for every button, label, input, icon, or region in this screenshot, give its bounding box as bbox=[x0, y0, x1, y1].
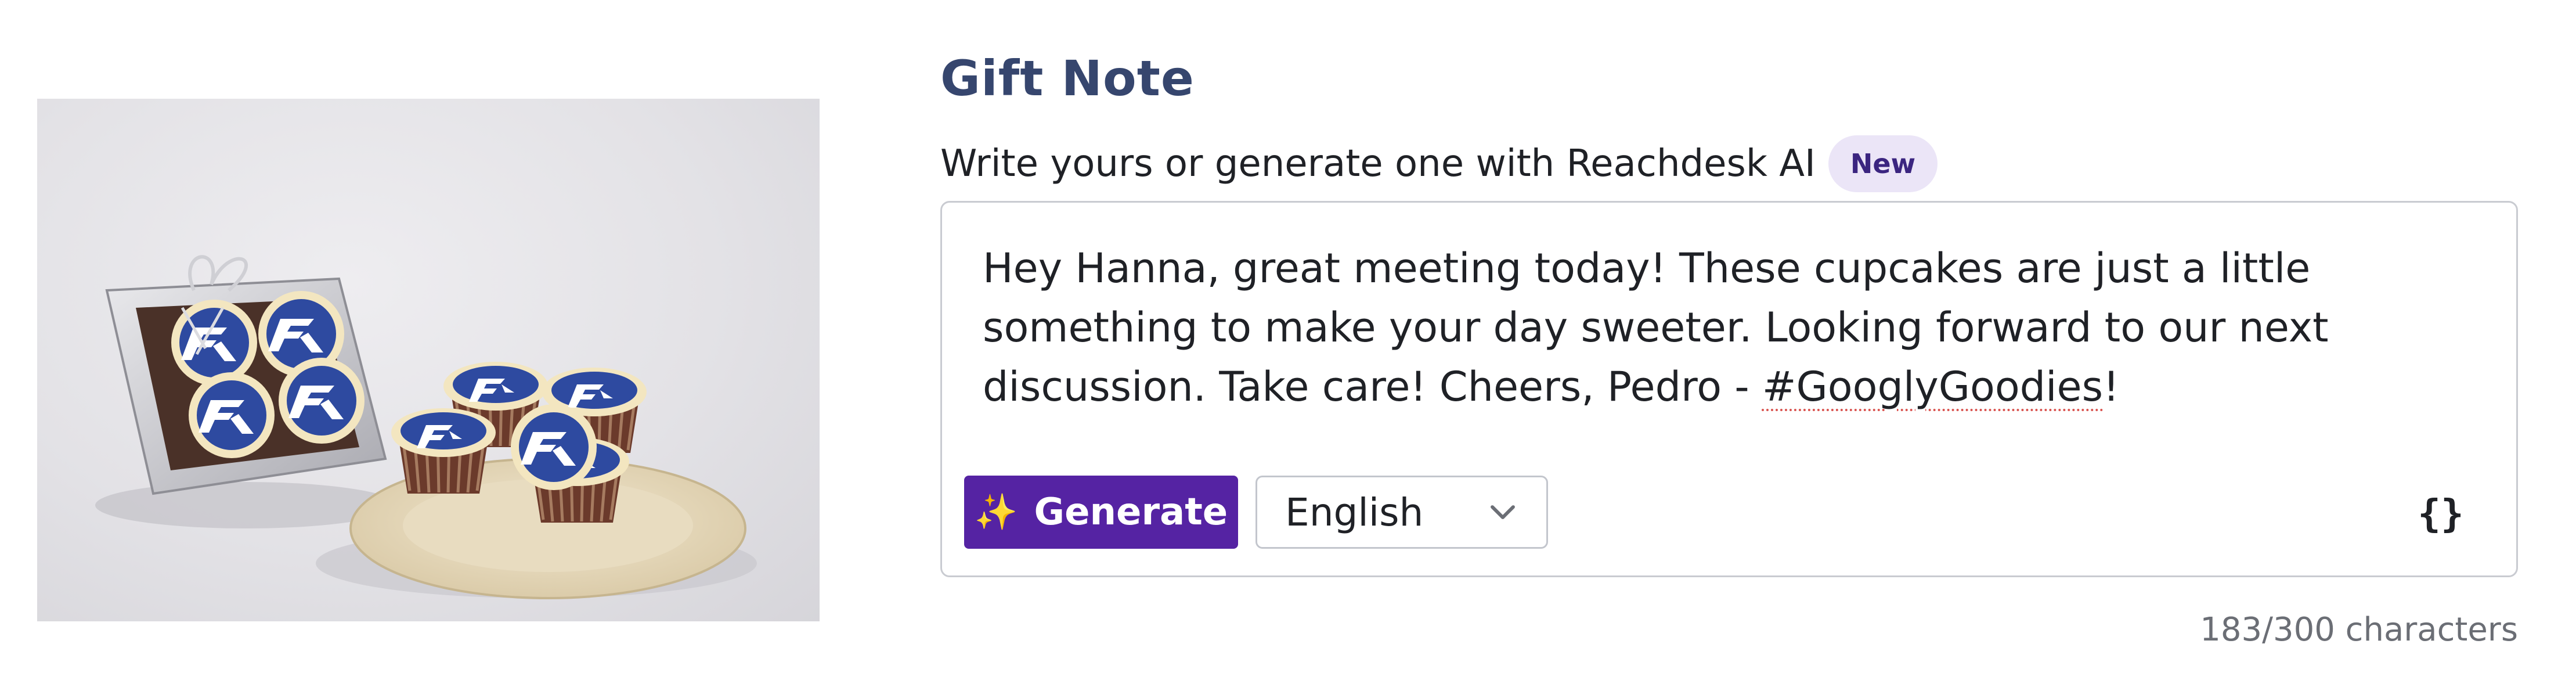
cupcakes-illustration bbox=[95, 255, 757, 599]
message-end: ! bbox=[2103, 363, 2120, 411]
sparkle-icon: ✨ bbox=[974, 492, 1018, 533]
language-value: English bbox=[1285, 490, 1424, 535]
generate-label: Generate bbox=[1034, 491, 1228, 534]
message-hashtag: #GooglyGoodies bbox=[1762, 363, 2104, 411]
subtitle-row: Write yours or generate one with Reachde… bbox=[940, 135, 1938, 193]
chevron-down-icon bbox=[1491, 505, 1515, 519]
curly-braces-icon[interactable]: {} bbox=[2406, 487, 2476, 539]
character-count: 183/300 characters bbox=[2200, 611, 2518, 649]
generate-button[interactable]: ✨ Generate bbox=[964, 476, 1238, 549]
new-badge: New bbox=[1828, 135, 1938, 192]
message-text: Hey Hanna, great meeting today! These cu… bbox=[983, 244, 2329, 411]
product-image bbox=[37, 99, 820, 621]
gift-note-title: Gift Note bbox=[940, 50, 1195, 107]
language-select[interactable]: English bbox=[1255, 476, 1548, 549]
gift-note-message[interactable]: Hey Hanna, great meeting today! These cu… bbox=[983, 239, 2486, 416]
subtitle-text: Write yours or generate one with Reachde… bbox=[940, 142, 1816, 185]
gift-note-textarea[interactable]: Hey Hanna, great meeting today! These cu… bbox=[940, 201, 2518, 577]
